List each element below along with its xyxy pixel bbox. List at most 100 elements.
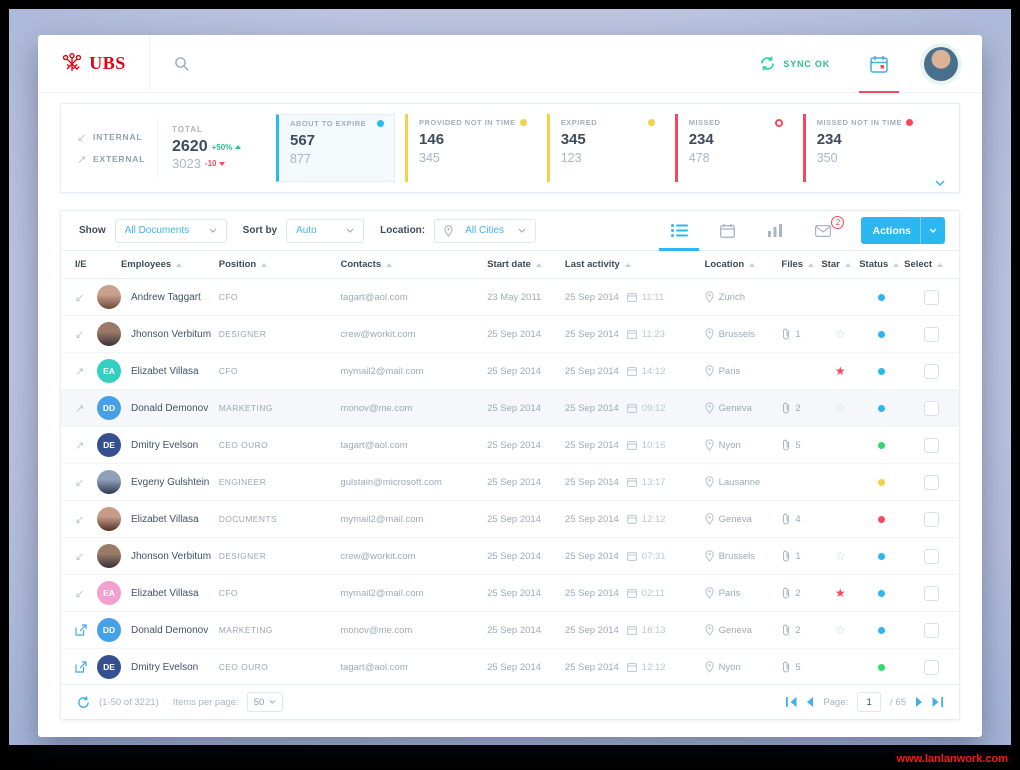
employee-name[interactable]: Elizabet Villasa — [131, 514, 199, 525]
column-header-start-date[interactable]: Start date — [487, 259, 565, 270]
view-list-toggle[interactable] — [655, 211, 703, 251]
stat-card[interactable]: EXPIRED 345 123 — [546, 114, 665, 182]
internal-filter[interactable]: ↙ INTERNAL — [77, 131, 157, 144]
column-header-files[interactable]: Files — [781, 259, 821, 270]
contact-email[interactable]: crew@workit.com — [340, 551, 415, 562]
stat-card[interactable]: PROVIDED NOT IN TIME 146 345 — [405, 114, 537, 182]
files-cell[interactable]: 5 — [781, 439, 821, 451]
table-row[interactable]: DE Dmitry Evelson CEO OURO tagart@aol.co… — [61, 649, 959, 686]
employee-name[interactable]: Donald Demonov — [131, 403, 208, 414]
next-page-button[interactable] — [915, 697, 923, 707]
prev-page-button[interactable] — [806, 697, 814, 707]
column-header-status[interactable]: Status — [859, 259, 904, 270]
employee-name[interactable]: Dmitry Evelson — [131, 662, 198, 673]
actions-button[interactable]: Actions — [861, 217, 945, 244]
direction-icon: ↙ — [75, 328, 85, 341]
contact-email[interactable]: mymail2@mail.com — [340, 366, 423, 377]
stat-card[interactable]: MISSED NOT IN TIME 234 350 — [802, 114, 923, 182]
files-cell[interactable]: 1 — [781, 550, 821, 562]
column-header-last-activity[interactable]: Last activity — [565, 259, 705, 270]
stat-card[interactable]: ABOUT TO EXPIRE 567 877 — [276, 114, 396, 182]
employee-name[interactable]: Jhonson Verbitum — [131, 551, 211, 562]
contact-email[interactable]: monov@me.com — [340, 403, 412, 414]
column-header-select[interactable]: Select — [904, 259, 959, 270]
star-icon[interactable]: ★ — [835, 365, 846, 377]
files-cell[interactable]: 4 — [781, 513, 821, 525]
table-row[interactable]: ↙ Jhonson Verbitum DESIGNER crew@workit.… — [61, 538, 959, 575]
table-row[interactable]: ↙ EA Elizabet Villasa CFO mymail2@mail.c… — [61, 575, 959, 612]
column-header-employees[interactable]: Employees — [91, 259, 219, 270]
sync-status[interactable]: SYNC OK — [759, 55, 830, 72]
contact-email[interactable]: crew@workit.com — [340, 329, 415, 340]
row-checkbox[interactable] — [924, 363, 940, 379]
location-dropdown[interactable]: All Cities — [434, 218, 537, 243]
table-row[interactable]: ↙ Andrew Taggart CFO tagart@aol.com 23 M… — [61, 279, 959, 316]
documents-dropdown[interactable]: All Documents — [114, 218, 227, 243]
view-mail-toggle[interactable]: 2 — [799, 211, 847, 250]
row-checkbox[interactable] — [924, 400, 940, 416]
view-calendar-toggle[interactable] — [703, 211, 751, 250]
row-checkbox[interactable] — [924, 511, 940, 527]
column-header-star[interactable]: Star — [821, 259, 859, 270]
files-cell[interactable]: 1 — [781, 328, 821, 340]
row-checkbox[interactable] — [924, 289, 940, 305]
column-header-ie[interactable]: I/E — [61, 259, 91, 270]
table-row[interactable]: DD Donald Demonov MARKETING monov@me.com… — [61, 612, 959, 649]
files-cell[interactable]: 5 — [781, 661, 821, 673]
files-cell[interactable]: 2 — [781, 624, 821, 636]
files-cell[interactable]: 2 — [781, 402, 821, 414]
stats-collapse-chevron[interactable] — [935, 180, 945, 186]
first-page-button[interactable] — [786, 697, 797, 707]
row-checkbox[interactable] — [924, 585, 940, 601]
employee-name[interactable]: Donald Demonov — [131, 625, 208, 636]
refresh-button[interactable] — [77, 696, 90, 709]
last-page-button[interactable] — [932, 697, 943, 707]
stat-card[interactable]: MISSED 234 478 — [674, 114, 793, 182]
employee-name[interactable]: Elizabet Villasa — [131, 588, 199, 599]
employee-name[interactable]: Elizabet Villasa — [131, 366, 199, 377]
star-icon[interactable]: ☆ — [835, 328, 846, 340]
employee-name[interactable]: Jhonson Verbitum — [131, 329, 211, 340]
table-row[interactable]: ↙ Evgeny Gulshtein ENGINEER gulstain@mic… — [61, 464, 959, 501]
table-row[interactable]: ↗ DD Donald Demonov MARKETING monov@me.c… — [61, 390, 959, 427]
row-checkbox[interactable] — [924, 548, 940, 564]
contact-email[interactable]: gulstain@microsoft.com — [340, 477, 442, 488]
employee-name[interactable]: Evgeny Gulshtein — [131, 477, 209, 488]
contact-email[interactable]: monov@me.com — [340, 625, 412, 636]
employee-name[interactable]: Dmitry Evelson — [131, 440, 198, 451]
column-header-location[interactable]: Location — [705, 259, 782, 270]
sort-dropdown[interactable]: Auto — [286, 218, 365, 243]
row-checkbox[interactable] — [924, 659, 940, 675]
row-checkbox[interactable] — [924, 622, 940, 638]
start-date: 25 Sep 2014 — [487, 365, 541, 377]
star-icon[interactable]: ☆ — [835, 550, 846, 562]
star-icon[interactable]: ☆ — [835, 624, 846, 636]
contact-email[interactable]: tagart@aol.com — [340, 440, 407, 451]
star-icon[interactable]: ☆ — [835, 402, 846, 414]
view-chart-toggle[interactable] — [751, 211, 799, 250]
column-header-position[interactable]: Position — [219, 259, 341, 270]
table-row[interactable]: ↗ EA Elizabet Villasa CFO mymail2@mail.c… — [61, 353, 959, 390]
table-row[interactable]: ↙ Jhonson Verbitum DESIGNER crew@workit.… — [61, 316, 959, 353]
page-input[interactable]: 1 — [857, 692, 882, 712]
per-page-dropdown[interactable]: 50 — [246, 692, 284, 712]
table-row[interactable]: ↗ DE Dmitry Evelson CEO OURO tagart@aol.… — [61, 427, 959, 464]
search-button[interactable] — [174, 56, 190, 72]
calendar-button[interactable] — [858, 35, 900, 93]
external-filter[interactable]: ↗ EXTERNAL — [77, 153, 157, 166]
column-header-contacts[interactable]: Contacts — [340, 259, 487, 270]
row-checkbox[interactable] — [924, 474, 940, 490]
row-checkbox[interactable] — [924, 437, 940, 453]
user-avatar[interactable] — [924, 46, 958, 81]
employee-name[interactable]: Andrew Taggart — [131, 292, 201, 303]
contact-email[interactable]: mymail2@mail.com — [340, 588, 423, 599]
contact-email[interactable]: tagart@aol.com — [340, 292, 407, 303]
table-row[interactable]: ↙ Elizabet Villasa DOCUMENTS mymail2@mai… — [61, 501, 959, 538]
files-cell[interactable]: 2 — [781, 587, 821, 599]
contact-email[interactable]: tagart@aol.com — [340, 662, 407, 673]
position: ENGINEER — [218, 477, 267, 487]
status-dot — [878, 293, 886, 301]
contact-email[interactable]: mymail2@mail.com — [340, 514, 423, 525]
star-icon[interactable]: ★ — [835, 587, 846, 599]
row-checkbox[interactable] — [924, 326, 940, 342]
